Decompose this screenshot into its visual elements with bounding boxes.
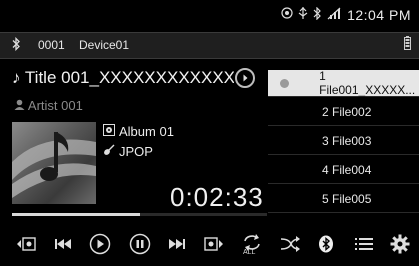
- list-item[interactable]: 1 File001_XXXXX...: [268, 69, 419, 97]
- source-number: 0001: [38, 38, 65, 52]
- bluetooth-icon: [313, 6, 322, 24]
- bluetooth-icon[interactable]: [312, 230, 340, 258]
- artist-name: Artist 001: [27, 98, 83, 113]
- repeat-all-label: ALL: [243, 249, 256, 256]
- list-item-label: 5 File005: [322, 192, 372, 206]
- track-title: ♪ Title 001_XXXXXXXXXXXXXXXXXX: [12, 68, 234, 87]
- control-bar: ALL: [0, 230, 419, 260]
- list-icon[interactable]: [350, 230, 378, 258]
- settings-icon[interactable]: [386, 230, 414, 258]
- device-name: Device01: [79, 38, 130, 52]
- bluetooth-icon: [12, 36, 21, 56]
- album-line: Album 01: [103, 124, 174, 139]
- signal-icon: [327, 7, 341, 24]
- play-icon[interactable]: [86, 230, 114, 258]
- guitar-icon: [103, 144, 115, 159]
- source-icon[interactable]: [12, 230, 40, 258]
- track-detail-button[interactable]: [235, 68, 255, 88]
- list-item[interactable]: 2 File002: [268, 99, 419, 126]
- elapsed-time: 0:02:33: [170, 182, 264, 212]
- status-icons: [281, 6, 341, 24]
- progress-bar[interactable]: [12, 213, 267, 216]
- clock: 12:04 PM: [347, 7, 411, 23]
- artist-line: Artist 001: [14, 98, 83, 113]
- settings-circle-icon: [281, 7, 293, 23]
- list-item[interactable]: 4 File004: [268, 157, 419, 184]
- progress-fill: [12, 213, 140, 216]
- previous-icon[interactable]: [49, 230, 77, 258]
- person-icon: [14, 98, 28, 113]
- genre-line: JPOP: [103, 144, 153, 159]
- list-item[interactable]: 3 File003: [268, 128, 419, 155]
- list-item-label: 2 File002: [322, 105, 372, 119]
- list-item-label: 4 File004: [322, 163, 372, 177]
- list-item-label: 3 File003: [322, 134, 372, 148]
- pause-icon[interactable]: [126, 230, 154, 258]
- album-icon: [103, 124, 115, 139]
- usb-icon: [298, 6, 308, 24]
- shuffle-icon[interactable]: [276, 230, 304, 258]
- album-name: Album 01: [119, 124, 174, 139]
- list-item-label: 1 File001_XXXXX...: [319, 69, 416, 97]
- list-item[interactable]: 5 File005: [268, 186, 419, 213]
- genre-name: JPOP: [119, 144, 153, 159]
- album-art: [12, 122, 96, 204]
- now-playing-dot-icon: [280, 79, 289, 88]
- next-icon[interactable]: [163, 230, 191, 258]
- browse-icon[interactable]: [200, 230, 228, 258]
- battery-icon: [404, 36, 411, 55]
